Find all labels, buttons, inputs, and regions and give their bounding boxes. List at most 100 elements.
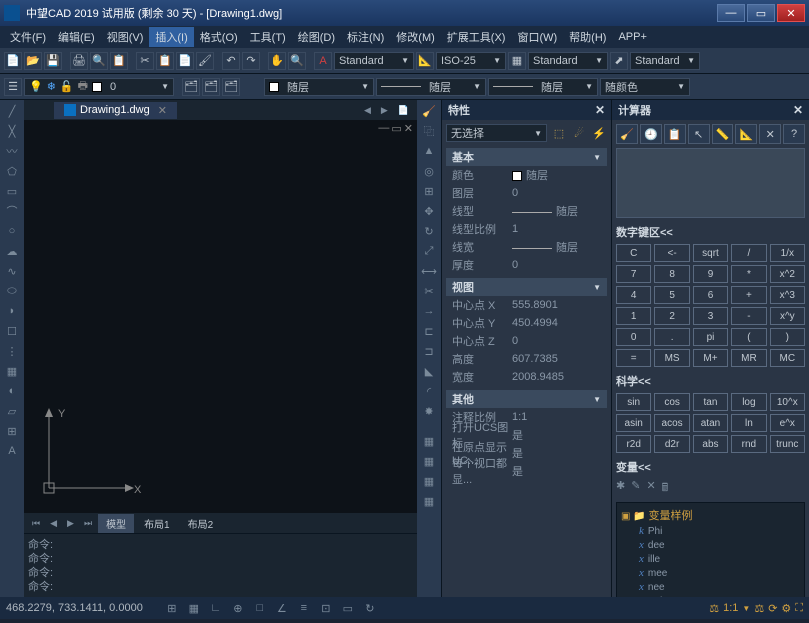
calc-key[interactable]: 3 xyxy=(693,307,728,325)
publish-icon[interactable]: 📋 xyxy=(110,52,128,70)
dyn-icon[interactable]: ⊡ xyxy=(317,600,335,616)
region-icon[interactable]: ▱ xyxy=(3,402,21,420)
dimstyle-icon[interactable]: 📐 xyxy=(416,52,434,70)
variable-item[interactable]: kPhi xyxy=(621,525,800,539)
calc-key[interactable]: 7 xyxy=(616,265,651,283)
osnap-icon[interactable]: □ xyxy=(251,600,269,616)
array-icon[interactable]: ⊞ xyxy=(420,182,438,200)
chamfer-icon[interactable]: ◣ xyxy=(420,362,438,380)
calc-key[interactable]: ( xyxy=(731,328,766,346)
fullscreen-icon[interactable]: ⛶ xyxy=(795,602,803,615)
calc-key[interactable]: rnd xyxy=(731,435,766,453)
copy-obj-icon[interactable]: ⿻ xyxy=(420,122,438,140)
variables-tree[interactable]: ▣ 📁 变量样例 kPhixdeexillexmeexneexradxvee xyxy=(616,502,805,597)
textstyle-icon[interactable]: A xyxy=(314,52,332,70)
erase-icon[interactable]: 🧹 xyxy=(420,102,438,120)
menu-item[interactable]: 绘图(D) xyxy=(292,27,341,47)
new-icon[interactable]: 📄 xyxy=(4,52,22,70)
polar-icon[interactable]: ⊕ xyxy=(229,600,247,616)
block-icon[interactable]: ☐ xyxy=(3,322,21,340)
calc-getpt-icon[interactable]: ↖ xyxy=(688,124,710,144)
property-row[interactable]: 线宽随层 xyxy=(446,238,607,256)
tab-last-icon[interactable]: ⏭ xyxy=(80,517,96,530)
undo-icon[interactable]: ↶ xyxy=(222,52,240,70)
zoom-icon[interactable]: 🔍 xyxy=(288,52,306,70)
tablestyle-combo[interactable]: Standard▼ xyxy=(528,52,608,70)
palette2-icon[interactable]: ▦ xyxy=(420,452,438,470)
move-icon[interactable]: ✥ xyxy=(420,202,438,220)
var-calc-icon[interactable]: 🖩 xyxy=(662,479,669,498)
calc-key[interactable]: + xyxy=(731,286,766,304)
ellipse-icon[interactable]: ⬭ xyxy=(3,282,21,300)
property-row[interactable]: 线型随层 xyxy=(446,202,607,220)
copy-icon[interactable]: 📋 xyxy=(156,52,174,70)
break-icon[interactable]: ⊏ xyxy=(420,322,438,340)
line-icon[interactable]: ╱ xyxy=(3,102,21,120)
tablestyle-icon[interactable]: ▦ xyxy=(508,52,526,70)
var-folder[interactable]: ▣ 📁 变量样例 xyxy=(621,507,800,523)
color-combo[interactable]: 随层▼ xyxy=(264,78,374,96)
calc-key[interactable]: - xyxy=(731,307,766,325)
property-row[interactable]: 中心点 Y450.4994 xyxy=(446,314,607,332)
calc-key[interactable]: abs xyxy=(693,435,728,453)
property-row[interactable]: 每个视口都显...是 xyxy=(446,462,607,480)
section-header[interactable]: 基本▼ xyxy=(446,148,607,166)
quickselect-icon[interactable]: ⬚ xyxy=(551,125,567,141)
cycle-icon[interactable]: ↻ xyxy=(361,600,379,616)
variable-item[interactable]: xille xyxy=(621,553,800,567)
tab-right-icon[interactable]: ▶ xyxy=(377,104,392,117)
calc-key[interactable]: asin xyxy=(616,414,651,432)
calc-key[interactable]: 4 xyxy=(616,286,651,304)
minimize-button[interactable]: — xyxy=(717,4,745,22)
calc-key[interactable]: pi xyxy=(693,328,728,346)
calc-angle-icon[interactable]: 📐 xyxy=(735,124,757,144)
grid-icon[interactable]: ▦ xyxy=(185,600,203,616)
hatch-icon[interactable]: ▦ xyxy=(3,362,21,380)
calc-key[interactable]: 2 xyxy=(654,307,689,325)
linetype-combo[interactable]: 随层▼ xyxy=(376,78,486,96)
calc-key[interactable]: tan xyxy=(693,393,728,411)
menu-item[interactable]: 插入(I) xyxy=(149,27,193,47)
calc-key[interactable]: C xyxy=(616,244,651,262)
annoscale-icon[interactable]: ⚖ xyxy=(709,602,719,615)
layout-tab-model[interactable]: 模型 xyxy=(98,514,134,533)
calculator-display[interactable] xyxy=(616,148,805,218)
calc-key[interactable]: / xyxy=(731,244,766,262)
menu-item[interactable]: 帮助(H) xyxy=(563,27,612,47)
polygon-icon[interactable]: ⬠ xyxy=(3,162,21,180)
calc-key[interactable]: M+ xyxy=(693,349,728,367)
menu-item[interactable]: 扩展工具(X) xyxy=(441,27,512,47)
annovisibility-icon[interactable]: ⚖ xyxy=(754,602,764,615)
calc-key[interactable]: * xyxy=(731,265,766,283)
property-row[interactable]: 颜色随层 xyxy=(446,166,607,184)
layerfrz-icon[interactable]: 🗂 xyxy=(222,78,240,96)
calc-key[interactable]: 10^x xyxy=(770,393,805,411)
rotate-icon[interactable]: ↻ xyxy=(420,222,438,240)
lwt-icon[interactable]: ≡ xyxy=(295,600,313,616)
canvas-min-icon[interactable]: — xyxy=(378,122,389,135)
palette3-icon[interactable]: ▦ xyxy=(420,472,438,490)
property-row[interactable]: 中心点 Z0 xyxy=(446,332,607,350)
calc-key[interactable]: x^2 xyxy=(770,265,805,283)
layout-tab-1[interactable]: 布局1 xyxy=(136,514,178,533)
property-row[interactable]: 线型比例1 xyxy=(446,220,607,238)
canvas-max-icon[interactable]: ▭ xyxy=(391,122,401,135)
menu-item[interactable]: 视图(V) xyxy=(101,27,150,47)
layer-icon[interactable]: ☰ xyxy=(4,78,22,96)
calc-key[interactable]: MC xyxy=(770,349,805,367)
coordinates[interactable]: 468.2279, 733.1411, 0.0000 xyxy=(6,602,143,614)
cut-icon[interactable]: ✂ xyxy=(136,52,154,70)
point-icon[interactable]: ⋮ xyxy=(3,342,21,360)
selectobj-icon[interactable]: ☄ xyxy=(571,125,587,141)
menu-item[interactable]: APP+ xyxy=(612,29,652,45)
print-icon[interactable]: 🖨 xyxy=(70,52,88,70)
calc-dist-icon[interactable]: 📏 xyxy=(712,124,734,144)
calc-key[interactable]: r2d xyxy=(616,435,651,453)
spline-icon[interactable]: ∿ xyxy=(3,262,21,280)
calc-key[interactable]: ) xyxy=(770,328,805,346)
ortho-icon[interactable]: ∟ xyxy=(207,600,225,616)
calc-key[interactable]: 6 xyxy=(693,286,728,304)
property-row[interactable]: 图层0 xyxy=(446,184,607,202)
maximize-button[interactable]: ▭ xyxy=(747,4,775,22)
calc-key[interactable]: = xyxy=(616,349,651,367)
